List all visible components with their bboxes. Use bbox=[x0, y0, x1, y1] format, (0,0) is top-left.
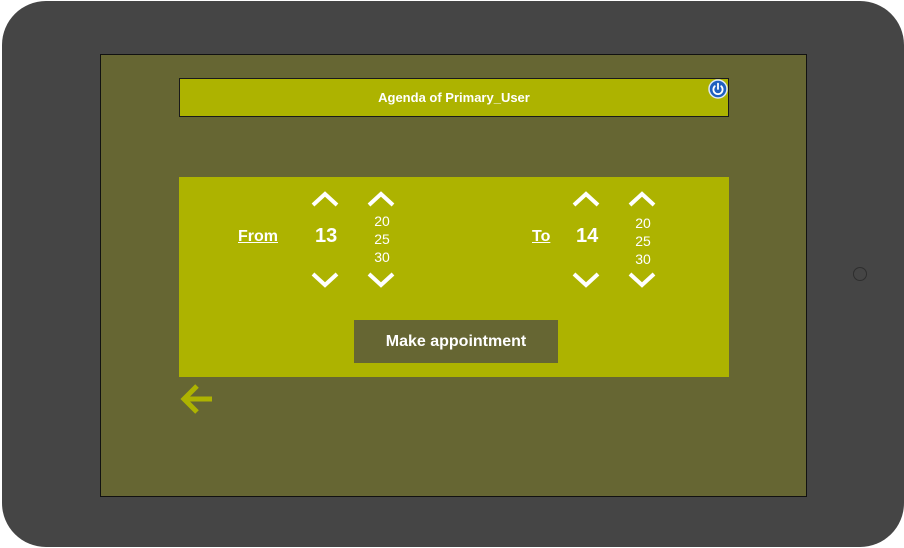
from-hour-up-chevron-up-icon[interactable] bbox=[310, 190, 340, 210]
from-minutes-list: 20 25 30 bbox=[367, 212, 397, 266]
from-label: From bbox=[238, 228, 278, 245]
power-icon[interactable] bbox=[708, 79, 728, 99]
home-button[interactable] bbox=[853, 267, 867, 281]
app-screen: Agenda of Primary_User From 13 20 25 30 … bbox=[100, 54, 807, 497]
agenda-header: Agenda of Primary_User bbox=[179, 78, 729, 117]
to-hour-down-chevron-down-icon[interactable] bbox=[571, 269, 601, 289]
from-hour-value: 13 bbox=[315, 225, 338, 247]
from-minute-option[interactable]: 25 bbox=[367, 230, 397, 248]
time-picker-panel: From 13 20 25 30 To 14 20 25 30 Make app… bbox=[179, 177, 729, 377]
to-label: To bbox=[532, 228, 551, 245]
arrow-left-icon[interactable] bbox=[179, 381, 215, 417]
to-minute-option[interactable]: 30 bbox=[628, 250, 658, 268]
from-hour-down-chevron-down-icon[interactable] bbox=[310, 269, 340, 289]
from-minute-option[interactable]: 20 bbox=[367, 212, 397, 230]
to-minute-option[interactable]: 20 bbox=[628, 214, 658, 232]
from-minutes-down-chevron-down-icon[interactable] bbox=[366, 269, 396, 289]
to-minutes-up-chevron-up-icon[interactable] bbox=[627, 190, 657, 210]
to-minutes-down-chevron-down-icon[interactable] bbox=[627, 269, 657, 289]
to-minutes-list: 20 25 30 bbox=[628, 214, 658, 268]
to-hour-value: 14 bbox=[576, 225, 599, 247]
to-minute-option[interactable]: 25 bbox=[628, 232, 658, 250]
make-appointment-button[interactable]: Make appointment bbox=[354, 320, 558, 363]
page-title: Agenda of Primary_User bbox=[378, 90, 530, 105]
from-minute-option[interactable]: 30 bbox=[367, 248, 397, 266]
to-hour-up-chevron-up-icon[interactable] bbox=[571, 190, 601, 210]
tablet-frame: Agenda of Primary_User From 13 20 25 30 … bbox=[2, 1, 904, 547]
from-minutes-up-chevron-up-icon[interactable] bbox=[366, 190, 396, 210]
